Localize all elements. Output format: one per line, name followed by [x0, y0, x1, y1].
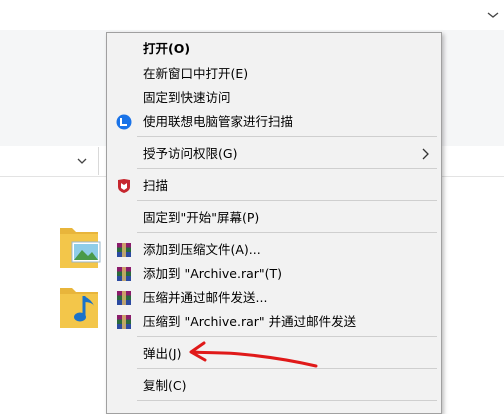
- mcafee-shield-icon: [118, 179, 130, 193]
- menu-item-label: 固定到快速访问: [143, 90, 231, 105]
- menu-item-label: 压缩并通过邮件发送...: [143, 290, 268, 305]
- menu-item-label: 添加到 "Archive.rar"(T): [143, 266, 283, 281]
- menu-item-open-new-window[interactable]: 在新窗口中打开(E): [107, 62, 441, 86]
- winrar-icon: [117, 315, 131, 329]
- submenu-arrow-icon: [422, 148, 429, 160]
- menu-separator: [137, 200, 437, 201]
- image-folder-icon[interactable]: [58, 222, 102, 272]
- menu-item-label: 扫描: [143, 178, 169, 193]
- menu-item-label: 打开(O): [143, 41, 191, 56]
- menu-item-eject[interactable]: 弹出(J): [107, 342, 441, 366]
- title-bar: [0, 0, 504, 30]
- context-menu: 打开(O) 在新窗口中打开(E) 固定到快速访问 使用联想电脑管家进行扫描 授予…: [106, 32, 442, 414]
- menu-item-label: 复制(C): [143, 378, 187, 393]
- menu-item-label: 弹出(J): [143, 346, 182, 361]
- menu-item-label: 在新窗口中打开(E): [143, 66, 249, 81]
- winrar-icon: [117, 267, 131, 281]
- menu-item-label: 使用联想电脑管家进行扫描: [143, 114, 294, 129]
- menu-item-compress-rar-email[interactable]: 压缩到 "Archive.rar" 并通过邮件发送: [107, 310, 441, 334]
- menu-separator: [137, 232, 437, 233]
- menu-item-open[interactable]: 打开(O): [107, 37, 441, 61]
- menu-separator: [137, 368, 437, 369]
- menu-item-pin-quick-access[interactable]: 固定到快速访问: [107, 86, 441, 110]
- menu-item-compress-email[interactable]: 压缩并通过邮件发送...: [107, 286, 441, 310]
- chevron-down-icon[interactable]: [486, 10, 500, 20]
- menu-item-label: 添加到压缩文件(A)...: [143, 242, 261, 257]
- menu-separator: [137, 168, 437, 169]
- menu-item-add-to-archive-rar[interactable]: 添加到 "Archive.rar"(T): [107, 262, 441, 286]
- menu-item-grant-access[interactable]: 授予访问权限(G): [107, 142, 441, 166]
- menu-item-lenovo-scan[interactable]: 使用联想电脑管家进行扫描: [107, 110, 441, 134]
- winrar-icon: [117, 243, 131, 257]
- menu-separator: [137, 400, 437, 401]
- menu-item-pin-start[interactable]: 固定到"开始"屏幕(P): [107, 206, 441, 230]
- menu-item-scan[interactable]: 扫描: [107, 174, 441, 198]
- menu-separator: [137, 336, 437, 337]
- lenovo-pc-manager-icon: [116, 114, 132, 130]
- winrar-icon: [117, 291, 131, 305]
- music-folder-icon[interactable]: [58, 282, 102, 332]
- chevron-down-icon[interactable]: [76, 156, 88, 166]
- menu-item-label: 压缩到 "Archive.rar" 并通过邮件发送: [143, 314, 357, 329]
- menu-item-label: 授予访问权限(G): [143, 146, 238, 161]
- menu-separator: [137, 136, 437, 137]
- menu-item-label: 固定到"开始"屏幕(P): [143, 210, 260, 225]
- menu-item-copy[interactable]: 复制(C): [107, 374, 441, 398]
- menu-item-add-to-archive[interactable]: 添加到压缩文件(A)...: [107, 238, 441, 262]
